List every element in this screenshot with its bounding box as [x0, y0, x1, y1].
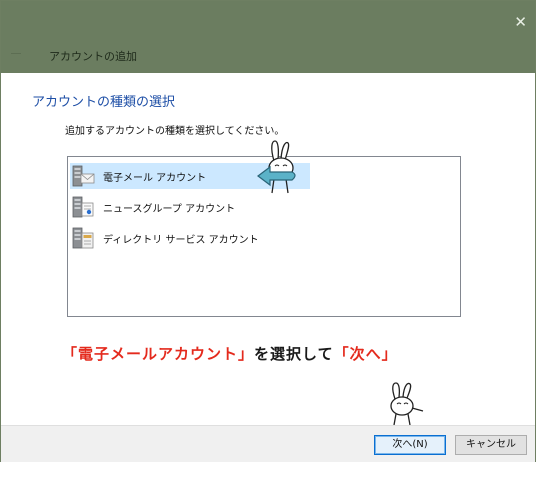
- list-item-label: ディレクトリ サービス アカウント: [103, 234, 259, 246]
- list-item-label: ニュースグループ アカウント: [103, 203, 236, 215]
- list-item-newsgroup-account[interactable]: ニュースグループ アカウント: [70, 194, 310, 220]
- rabbit-next-illustration: [390, 382, 424, 426]
- page-heading: アカウントの種類の選択: [32, 95, 176, 110]
- list-item-directory-account[interactable]: ディレクトリ サービス アカウント: [70, 225, 310, 251]
- newsgroup-server-icon: [71, 195, 95, 219]
- window-title: アカウントの追加: [49, 50, 137, 63]
- annotation-email-account: 「電子メールアカウント」: [62, 345, 255, 363]
- add-account-dialog: ✕ アカウントの追加 アカウントの種類の選択 追加するアカウントの種類を選択して…: [0, 0, 536, 462]
- close-icon[interactable]: ✕: [514, 15, 527, 30]
- dialog-footer: 次へ(N) キャンセル: [1, 425, 535, 462]
- list-item-label: 電子メール アカウント: [103, 172, 207, 184]
- cancel-button[interactable]: キャンセル: [455, 435, 527, 455]
- instruction-text: 追加するアカウントの種類を選択してください。: [65, 126, 285, 137]
- title-bar: ✕ アカウントの追加: [1, 1, 535, 73]
- instruction-annotation: 「電子メールアカウント」を選択して「次へ」: [62, 344, 398, 364]
- back-arrow-icon[interactable]: [11, 53, 21, 54]
- directory-server-icon: [71, 226, 95, 250]
- annotation-next: 「次へ」: [333, 345, 398, 363]
- rabbit-pointer-illustration: [257, 140, 296, 194]
- next-button[interactable]: 次へ(N): [374, 435, 446, 455]
- annotation-select: を選択して: [254, 345, 334, 363]
- email-server-icon: [71, 164, 95, 188]
